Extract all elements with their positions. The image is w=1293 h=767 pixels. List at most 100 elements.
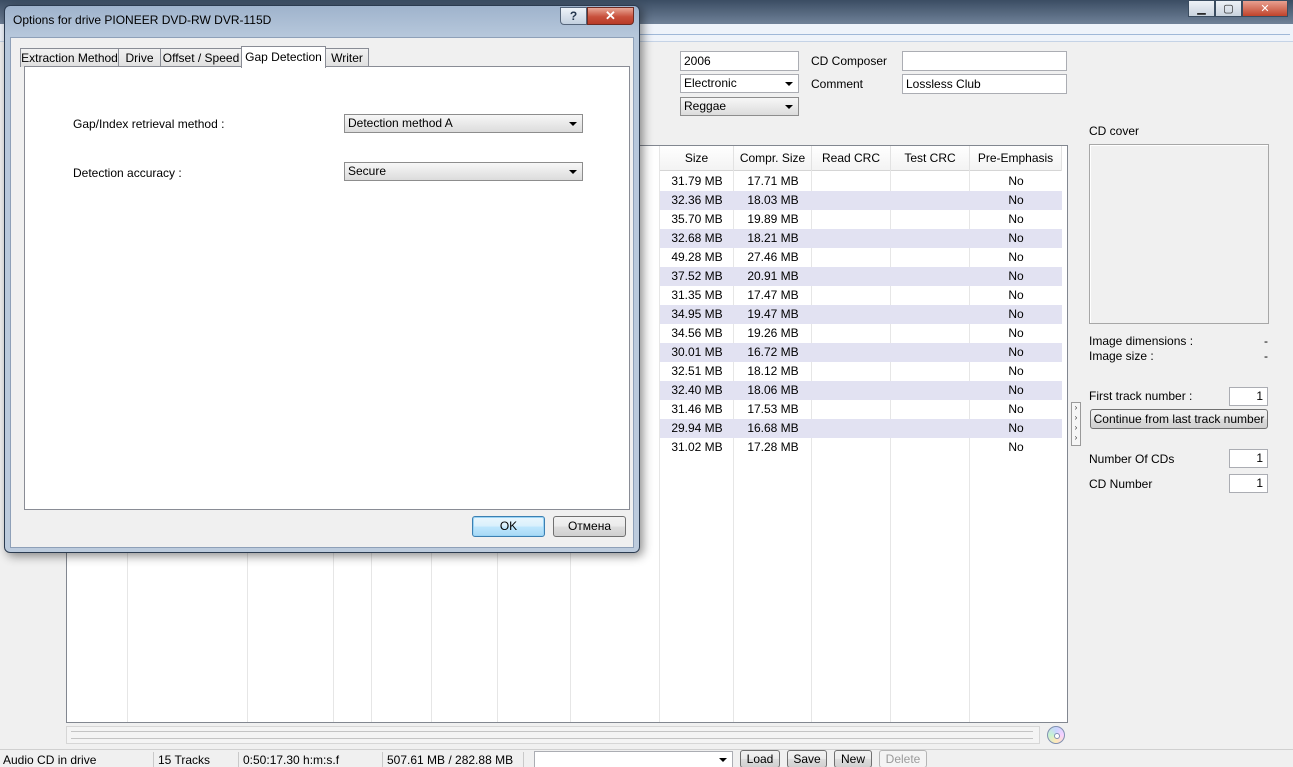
table-row[interactable]: 35.70 MB 19.89 MB No bbox=[660, 210, 1062, 229]
cell-size: 35.70 MB bbox=[671, 212, 723, 226]
cell-test-crc bbox=[891, 267, 970, 286]
cell-compr-size: 20.91 MB bbox=[747, 269, 799, 283]
cell-test-crc bbox=[891, 343, 970, 362]
table-row[interactable]: 32.40 MB 18.06 MB No bbox=[660, 381, 1062, 400]
column-header-compr-size[interactable]: Compr. Size bbox=[734, 146, 812, 171]
minimize-button[interactable]: ▁ bbox=[1188, 0, 1215, 17]
cell-pre-emphasis: No bbox=[1008, 345, 1024, 359]
first-track-field[interactable]: 1 bbox=[1229, 387, 1268, 406]
tab-offset-speed[interactable]: Offset / Speed bbox=[160, 48, 242, 67]
cell-compr-size: 19.89 MB bbox=[747, 212, 799, 226]
cell-pre-emphasis: No bbox=[1008, 364, 1024, 378]
dialog-close-button[interactable]: ✕ bbox=[587, 7, 634, 25]
gap-detection-page: Gap/Index retrieval method : Detection m… bbox=[24, 66, 630, 510]
table-row[interactable]: 30.01 MB 16.72 MB No bbox=[660, 343, 1062, 362]
table-row[interactable]: 32.36 MB 18.03 MB No bbox=[660, 191, 1062, 210]
table-row[interactable]: 31.79 MB 17.71 MB No bbox=[660, 172, 1062, 191]
disc-icon[interactable] bbox=[1047, 726, 1065, 744]
table-row[interactable]: 32.68 MB 18.21 MB No bbox=[660, 229, 1062, 248]
table-row[interactable]: 31.02 MB 17.28 MB No bbox=[660, 438, 1062, 457]
delete-button[interactable]: Delete bbox=[879, 750, 927, 767]
cell-compr-size: 17.71 MB bbox=[747, 174, 799, 188]
collapse-panel-handle[interactable]: › › › › bbox=[1071, 402, 1081, 446]
cell-pre-emphasis: No bbox=[1008, 383, 1024, 397]
chevron-down-icon bbox=[785, 105, 793, 109]
cell-size: 32.68 MB bbox=[671, 231, 723, 245]
dialog-title: Options for drive PIONEER DVD-RW DVR-115… bbox=[13, 13, 272, 27]
gap-method-select[interactable]: Detection method A bbox=[344, 114, 583, 133]
cell-pre-emphasis: No bbox=[1008, 326, 1024, 340]
style-select[interactable]: Reggae bbox=[680, 97, 799, 116]
table-row[interactable]: 31.35 MB 17.47 MB No bbox=[660, 286, 1062, 305]
table-row[interactable]: 32.51 MB 18.12 MB No bbox=[660, 362, 1062, 381]
cancel-button[interactable]: Отмена bbox=[553, 516, 626, 537]
tab-extraction-method[interactable]: Extraction Method bbox=[20, 48, 119, 67]
column-header-pre-emphasis[interactable]: Pre-Emphasis bbox=[970, 146, 1062, 171]
new-button[interactable]: New bbox=[834, 750, 872, 767]
table-row[interactable]: 31.46 MB 17.53 MB No bbox=[660, 400, 1062, 419]
cell-compr-size: 18.12 MB bbox=[747, 364, 799, 378]
tab-writer[interactable]: Writer bbox=[325, 48, 369, 67]
tab-gap-detection[interactable]: Gap Detection bbox=[241, 46, 326, 68]
genre-select[interactable]: Electronic bbox=[680, 74, 799, 93]
gap-method-label: Gap/Index retrieval method : bbox=[73, 117, 225, 131]
column-header-read-crc[interactable]: Read CRC bbox=[812, 146, 891, 171]
save-button[interactable]: Save bbox=[787, 750, 827, 767]
cell-read-crc bbox=[812, 248, 891, 267]
cell-test-crc bbox=[891, 419, 970, 438]
maximize-button[interactable]: ▢ bbox=[1215, 0, 1242, 17]
column-header-test-crc[interactable]: Test CRC bbox=[891, 146, 970, 171]
cell-compr-size: 17.53 MB bbox=[747, 402, 799, 416]
number-of-cds-field[interactable]: 1 bbox=[1229, 449, 1268, 468]
cell-compr-size: 19.26 MB bbox=[747, 326, 799, 340]
cell-read-crc bbox=[812, 210, 891, 229]
dialog-client-area: Extraction Method Drive Offset / Speed G… bbox=[10, 37, 634, 548]
image-dimensions-label: Image dimensions : bbox=[1089, 334, 1194, 348]
ok-button[interactable]: OK bbox=[472, 516, 545, 537]
horizontal-scrollbar[interactable] bbox=[66, 726, 1040, 744]
scrollbar-thumb[interactable] bbox=[71, 731, 1033, 739]
table-row[interactable]: 37.52 MB 20.91 MB No bbox=[660, 267, 1062, 286]
track-count: 15 Tracks bbox=[155, 752, 239, 767]
cd-cover-image[interactable] bbox=[1089, 144, 1269, 324]
chevron-down-icon bbox=[569, 122, 577, 126]
cd-number-field[interactable]: 1 bbox=[1229, 474, 1268, 493]
cell-test-crc bbox=[891, 362, 970, 381]
column-header-size[interactable]: Size bbox=[660, 146, 734, 171]
first-track-label: First track number : bbox=[1089, 389, 1193, 403]
chevron-down-icon bbox=[569, 170, 577, 174]
drive-status: Audio CD in drive bbox=[0, 752, 154, 767]
genre-value: Electronic bbox=[684, 76, 737, 90]
cell-read-crc bbox=[812, 267, 891, 286]
cell-read-crc bbox=[812, 172, 891, 191]
composer-field[interactable] bbox=[902, 51, 1067, 71]
table-row[interactable]: 34.56 MB 19.26 MB No bbox=[660, 324, 1062, 343]
close-button[interactable]: ✕ bbox=[1242, 0, 1288, 17]
cell-compr-size: 18.21 MB bbox=[747, 231, 799, 245]
cell-read-crc bbox=[812, 286, 891, 305]
cell-compr-size: 16.68 MB bbox=[747, 421, 799, 435]
continue-from-last-track-button[interactable]: Continue from last track number bbox=[1090, 409, 1268, 429]
cell-compr-size: 19.47 MB bbox=[747, 307, 799, 321]
help-button[interactable]: ? bbox=[560, 7, 587, 25]
main-window-controls: ▁ ▢ ✕ bbox=[1188, 0, 1288, 17]
table-row[interactable]: 29.94 MB 16.68 MB No bbox=[660, 419, 1062, 438]
profile-select[interactable] bbox=[534, 751, 733, 767]
comment-field[interactable]: Lossless Club bbox=[902, 74, 1067, 94]
chevron-down-icon bbox=[719, 758, 727, 762]
table-row[interactable]: 34.95 MB 19.47 MB No bbox=[660, 305, 1062, 324]
cell-pre-emphasis: No bbox=[1008, 421, 1024, 435]
year-field[interactable]: 2006 bbox=[680, 51, 799, 71]
cell-pre-emphasis: No bbox=[1008, 231, 1024, 245]
total-size: 507.61 MB / 282.88 MB bbox=[384, 752, 524, 767]
tab-drive[interactable]: Drive bbox=[118, 48, 161, 67]
cell-compr-size: 17.28 MB bbox=[747, 440, 799, 454]
cell-test-crc bbox=[891, 381, 970, 400]
gap-method-value: Detection method A bbox=[348, 116, 453, 130]
cell-pre-emphasis: No bbox=[1008, 193, 1024, 207]
table-row[interactable]: 49.28 MB 27.46 MB No bbox=[660, 248, 1062, 267]
cell-read-crc bbox=[812, 400, 891, 419]
load-button[interactable]: Load bbox=[740, 750, 780, 767]
style-value: Reggae bbox=[684, 99, 727, 113]
accuracy-select[interactable]: Secure bbox=[344, 162, 583, 181]
